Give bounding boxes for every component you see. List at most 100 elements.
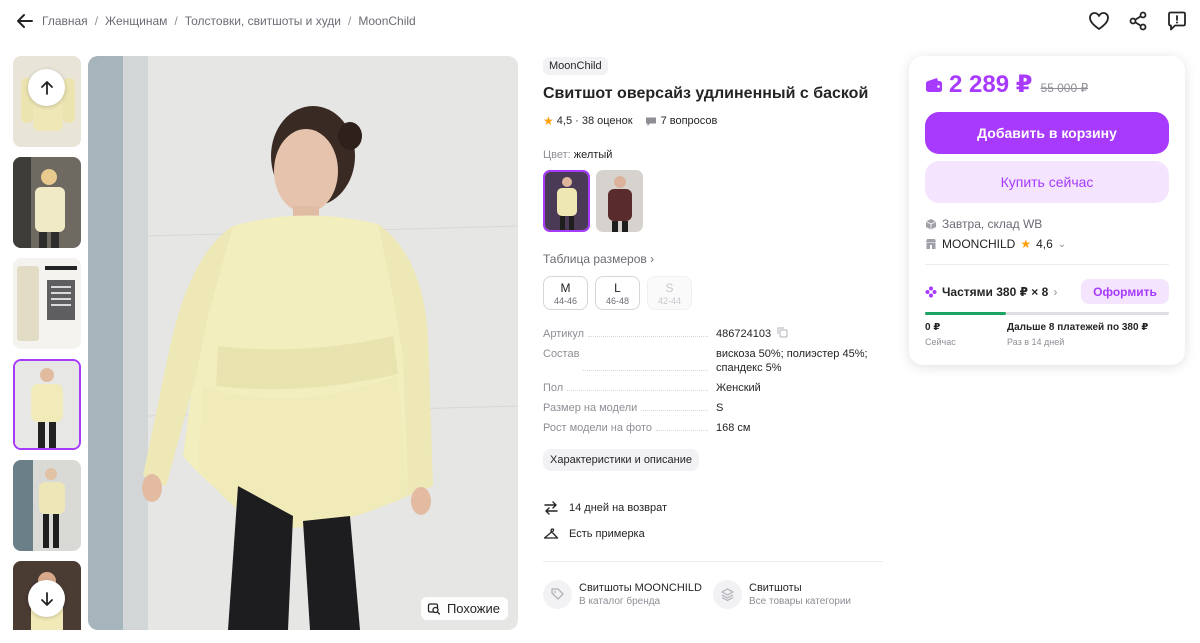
product-info: MoonChild Свитшот оверсайз удлиненный с … [543,56,883,609]
return-text: 14 дней на возврат [569,502,667,514]
seller-rating: 4,6 [1036,237,1053,251]
size-option-s-unavailable[interactable]: S 42-44 [647,276,692,310]
scroll-up-button[interactable] [28,69,65,106]
thumbnail-4-selected[interactable] [13,359,81,450]
breadcrumb-category[interactable]: Толстовки, свитшоты и худи [185,14,341,28]
pay-later-amount: Дальше 8 платежей по 380 ₽ [1007,322,1149,333]
return-arrows-icon [544,501,558,515]
size-option-m[interactable]: M 44-46 [543,276,588,310]
installment-text: Частями 380 ₽ × 8 [942,285,1049,299]
top-actions [1088,10,1188,32]
catalog-links: Свитшоты MOONCHILD В каталог бренда Свит… [543,580,883,609]
link-title: Свитшоты [749,582,802,594]
color-label: Цвет: желтый [543,149,883,161]
breadcrumb-home[interactable]: Главная [42,14,88,28]
heart-icon[interactable] [1088,10,1110,32]
wallet-icon [926,77,942,92]
spec-value: S [716,402,724,414]
spec-key: Состав [543,347,584,375]
color-swatch-burgundy[interactable] [596,170,643,232]
installment-apply-button[interactable]: Оформить [1081,279,1169,304]
characteristics-button[interactable]: Характеристики и описание [543,449,699,471]
chevron-right-icon: › [1053,285,1058,299]
thumbnail-2[interactable] [13,157,81,248]
pay-later-label: Раз в 14 дней [1007,337,1065,347]
fitting-text: Есть примерка [569,528,645,540]
delivery-text: Завтра, склад WB [942,217,1043,231]
main-product-photo[interactable]: Похожие [88,56,518,630]
size-ru: 46-48 [605,296,630,306]
arrow-down-icon [40,591,53,606]
size-option-l[interactable]: L 46-48 [595,276,640,310]
divider [543,561,883,562]
report-icon[interactable] [1166,10,1188,32]
thumbnail-strip [13,56,81,630]
size-label: M [560,281,571,295]
spec-key: Пол [543,381,568,395]
back-arrow-icon[interactable] [14,10,36,32]
size-ru: 42-44 [657,296,682,306]
return-policy: 14 дней на возврат [543,500,667,516]
size-table-label: Таблица размеров [543,252,647,266]
similar-label: Похожие [446,601,500,616]
spec-value: вискоза 50%; полиэстер 45%; спандекс 5% [716,348,868,374]
fitting-info: Есть примерка [543,526,645,542]
star-icon: ★ [543,114,554,128]
spec-gender: Пол Женский [543,381,883,395]
top-bar: Главная / Женщинам / Толстовки, свитшоты и х… [0,0,1200,42]
questions-link[interactable]: 7 вопросов [645,115,718,127]
delivery-info: Завтра, склад WB [925,217,1042,231]
size-label: L [614,281,621,295]
copy-icon[interactable] [777,327,788,338]
size-label: S [665,281,674,295]
category-link[interactable]: Свитшоты Все товары категории [713,580,883,609]
scroll-down-button[interactable] [28,580,65,617]
link-subtitle: В каталог бренда [579,596,661,607]
rating-row: ★ 4,5 · 38 оценок 7 вопросов [543,114,883,128]
add-to-cart-button[interactable]: Добавить в корзину [925,112,1169,154]
color-swatch-yellow[interactable] [543,170,590,232]
hanger-icon [543,528,559,539]
spec-model-height: Рост модели на фото 168 см [543,421,883,435]
size-options: M 44-46 L 46-48 S 42-44 [543,276,883,310]
link-title: Свитшоты MOONCHILD [579,582,702,594]
breadcrumb-brand[interactable]: MoonChild [358,14,415,28]
chevron-down-icon: ⌄ [1057,238,1067,250]
buy-now-button[interactable]: Купить сейчас [925,161,1169,203]
spec-model-size: Размер на модели S [543,401,883,415]
tag-icon [543,580,572,609]
current-price: 2 289 ₽ [949,71,1033,98]
size-ru: 44-46 [553,296,578,306]
color-label-text: Цвет: [543,149,571,161]
seller-info[interactable]: MOONCHILD ★ 4,6 ⌄ [925,237,1066,251]
article-number: 486724103 [716,328,772,340]
size-table-link[interactable]: Таблица размеров › [543,252,883,266]
comment-icon [645,117,656,126]
thumbnail-3[interactable] [13,258,81,349]
link-subtitle: Все товары категории [749,596,852,607]
reviews-count[interactable]: · 38 оценок [575,115,632,127]
rating-value[interactable]: 4,5 [557,115,572,127]
color-value: желтый [573,149,613,161]
thumbnail-5[interactable] [13,460,81,551]
star-icon: ★ [1020,237,1032,251]
breadcrumb-women[interactable]: Женщинам [105,14,167,28]
breadcrumb: Главная / Женщинам / Толстовки, свитшоты и х… [42,14,416,28]
installment-link[interactable]: Частями 380 ₽ × 8 › [925,285,1057,299]
spec-composition: Состав вискоза 50%; полиэстер 45%; спанд… [543,347,883,375]
spec-key: Размер на модели [543,401,642,415]
pay-now-label: Сейчас [925,337,956,347]
color-options [543,170,883,232]
buy-card: 2 289 ₽ 55 000 ₽ Добавить в корзину Купи… [909,56,1185,365]
similar-button[interactable]: Похожие [420,597,508,620]
installment-progress-fill [925,312,1006,315]
share-icon[interactable] [1127,10,1149,32]
divider [925,264,1169,265]
chevron-right-icon: › [650,252,655,266]
spec-value: Женский [716,382,761,394]
product-title: Свитшот оверсайз удлиненный с баской [543,85,869,102]
questions-count: 7 вопросов [660,115,718,127]
brand-catalog-link[interactable]: Свитшоты MOONCHILD В каталог бренда [543,580,713,609]
arrow-up-icon [40,80,53,95]
brand-chip[interactable]: MoonChild [543,57,608,75]
